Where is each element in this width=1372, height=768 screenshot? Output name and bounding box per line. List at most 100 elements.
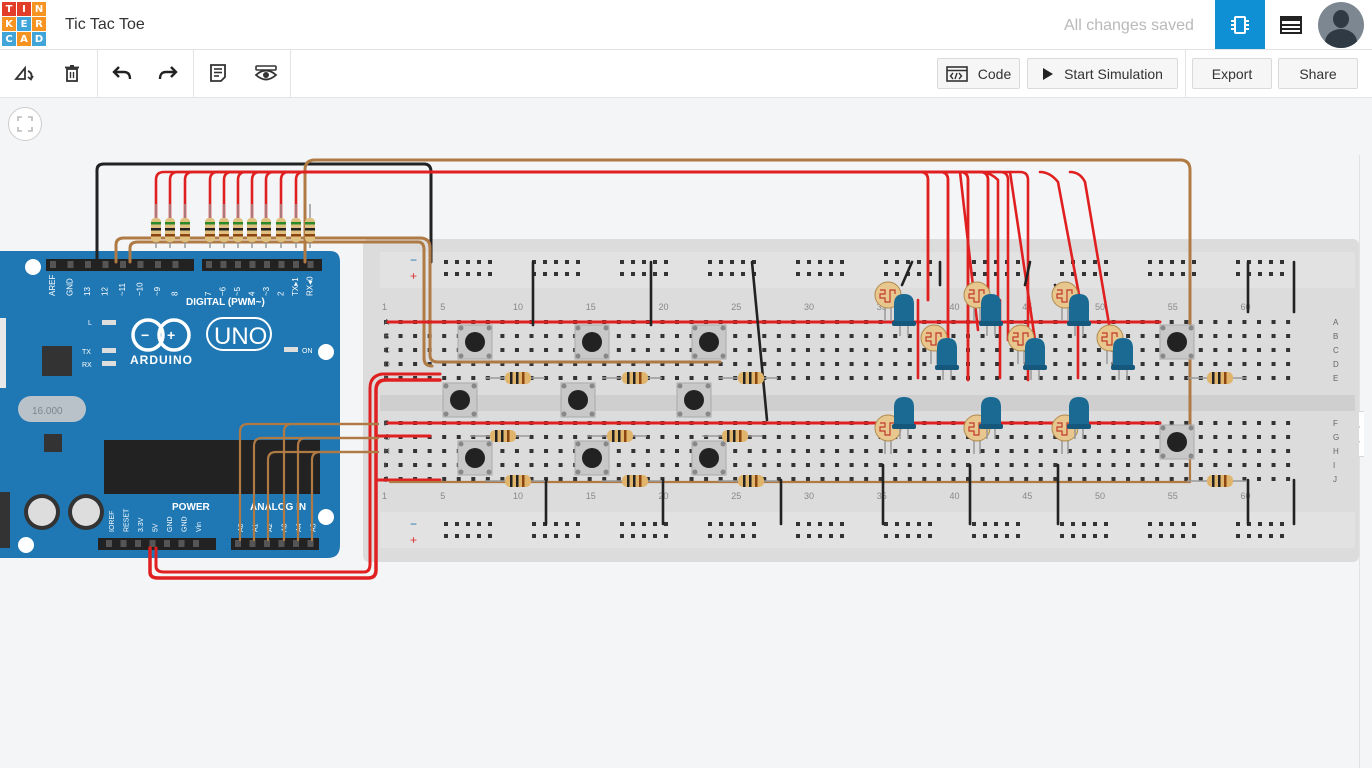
digital-pin-label: TX▸1: [291, 277, 300, 296]
logo-letter: N: [32, 2, 46, 16]
start-simulation-button[interactable]: Start Simulation: [1027, 58, 1178, 89]
on-led-label: ON: [302, 348, 313, 355]
code-button[interactable]: Code: [937, 58, 1020, 89]
column-number: 20: [658, 302, 668, 312]
visibility-button[interactable]: [251, 58, 281, 88]
fit-view-icon: [17, 116, 33, 132]
components-list-button[interactable]: [1266, 0, 1316, 49]
column-number: 5: [440, 302, 445, 312]
row-label: B: [384, 332, 389, 341]
row-label: D: [1333, 360, 1339, 369]
logo-letter: I: [17, 2, 31, 16]
column-number: 5: [440, 491, 445, 501]
push-button[interactable]: [574, 324, 610, 360]
circuit-chip-icon: [1231, 15, 1249, 34]
push-button[interactable]: [691, 324, 727, 360]
arduino-uno-board[interactable]: 16.000 − + ARDUINO UNO DIGITAL (PWM~) PO…: [0, 251, 340, 558]
push-button[interactable]: [442, 382, 478, 418]
share-button-label: Share: [1299, 65, 1337, 82]
digital-pin-label: ~11: [118, 282, 127, 296]
push-button[interactable]: [1159, 324, 1195, 360]
push-button[interactable]: [1159, 424, 1195, 460]
crystal-label: 16.000: [32, 406, 63, 417]
push-button[interactable]: [457, 440, 493, 476]
logo-letter: A: [17, 32, 31, 46]
row-label: A: [1333, 318, 1339, 327]
user-avatar[interactable]: [1318, 2, 1364, 48]
row-label: E: [1333, 374, 1338, 383]
share-button[interactable]: Share: [1278, 58, 1358, 89]
column-number: 40: [949, 302, 959, 312]
power-pin-label: RESET: [124, 508, 131, 532]
row-label: C: [1333, 346, 1339, 355]
logo-letter: D: [32, 32, 46, 46]
push-button[interactable]: [457, 324, 493, 360]
circuit-view-button[interactable]: [1215, 0, 1265, 49]
row-label: F: [1333, 419, 1338, 428]
code-button-label: Code: [977, 65, 1012, 82]
column-number: 55: [1168, 302, 1178, 312]
power-pin-label: IOREF: [109, 511, 116, 532]
l-led-label: L: [88, 320, 92, 327]
power-pin-label: GND: [167, 516, 174, 532]
push-button[interactable]: [560, 382, 596, 418]
column-number: 10: [513, 302, 523, 312]
row-label: J: [1333, 475, 1337, 484]
row-label: B: [1333, 332, 1338, 341]
export-button[interactable]: Export: [1192, 58, 1272, 89]
row-label: D: [384, 360, 390, 369]
project-title[interactable]: Tic Tac Toe: [65, 16, 145, 34]
column-number: 40: [949, 491, 959, 501]
push-button[interactable]: [574, 440, 610, 476]
row-label: C: [384, 346, 390, 355]
column-number: 1: [382, 302, 387, 312]
digital-pin-label: ~3: [262, 286, 271, 296]
row-label: H: [384, 447, 390, 456]
breadboard[interactable]: 1155101015152020252530303535404045455050…: [363, 239, 1359, 562]
tx-led-label: TX: [82, 349, 91, 356]
digital-pin-label: 8: [171, 291, 180, 296]
export-button-label: Export: [1211, 65, 1253, 82]
digital-pin-label: RX◂0: [306, 276, 315, 296]
uno-label: UNO: [214, 323, 267, 350]
column-number: 55: [1168, 491, 1178, 501]
power-pin-label: GND: [182, 516, 189, 532]
column-number: 15: [586, 302, 596, 312]
logo-letter: T: [2, 2, 16, 16]
row-label: I: [384, 461, 386, 470]
digital-pin-label: 12: [101, 287, 110, 296]
rotate-button[interactable]: [10, 58, 40, 88]
logo-letter: C: [2, 32, 16, 46]
rail-minus-bottom: −: [410, 517, 417, 531]
row-label: G: [1333, 433, 1339, 442]
digital-pin-label: AREF: [48, 275, 57, 296]
notes-icon: [210, 64, 226, 82]
rail-plus-top: +: [410, 269, 417, 283]
rotate-icon: [14, 65, 34, 81]
column-number: 15: [586, 491, 596, 501]
digital-pin-label: ~5: [233, 286, 242, 296]
eye-icon: [254, 65, 278, 81]
column-number: 50: [1095, 302, 1105, 312]
column-number: 30: [804, 302, 814, 312]
panel-divider: [1359, 155, 1360, 768]
tinkercad-logo[interactable]: TIN KER CAD: [2, 2, 46, 46]
column-number: 1: [382, 491, 387, 501]
undo-button[interactable]: [107, 58, 137, 88]
push-button[interactable]: [691, 440, 727, 476]
svg-text:−: −: [141, 327, 149, 343]
redo-button[interactable]: [153, 58, 183, 88]
digital-pin-label: ~6: [219, 286, 228, 296]
rail-minus-top: −: [410, 253, 417, 267]
column-number: 10: [513, 491, 523, 501]
trash-icon: [65, 65, 79, 82]
push-button[interactable]: [676, 382, 712, 418]
digital-pin-label: 4: [248, 291, 257, 296]
zoom-to-fit-button[interactable]: [8, 107, 42, 141]
digital-pin-label: 7: [204, 291, 213, 296]
logo-letter: R: [32, 17, 46, 31]
delete-button[interactable]: [57, 58, 87, 88]
digital-pwm-label: DIGITAL (PWM~): [186, 297, 265, 308]
rail-plus-bottom: +: [410, 533, 417, 547]
notes-button[interactable]: [203, 58, 233, 88]
